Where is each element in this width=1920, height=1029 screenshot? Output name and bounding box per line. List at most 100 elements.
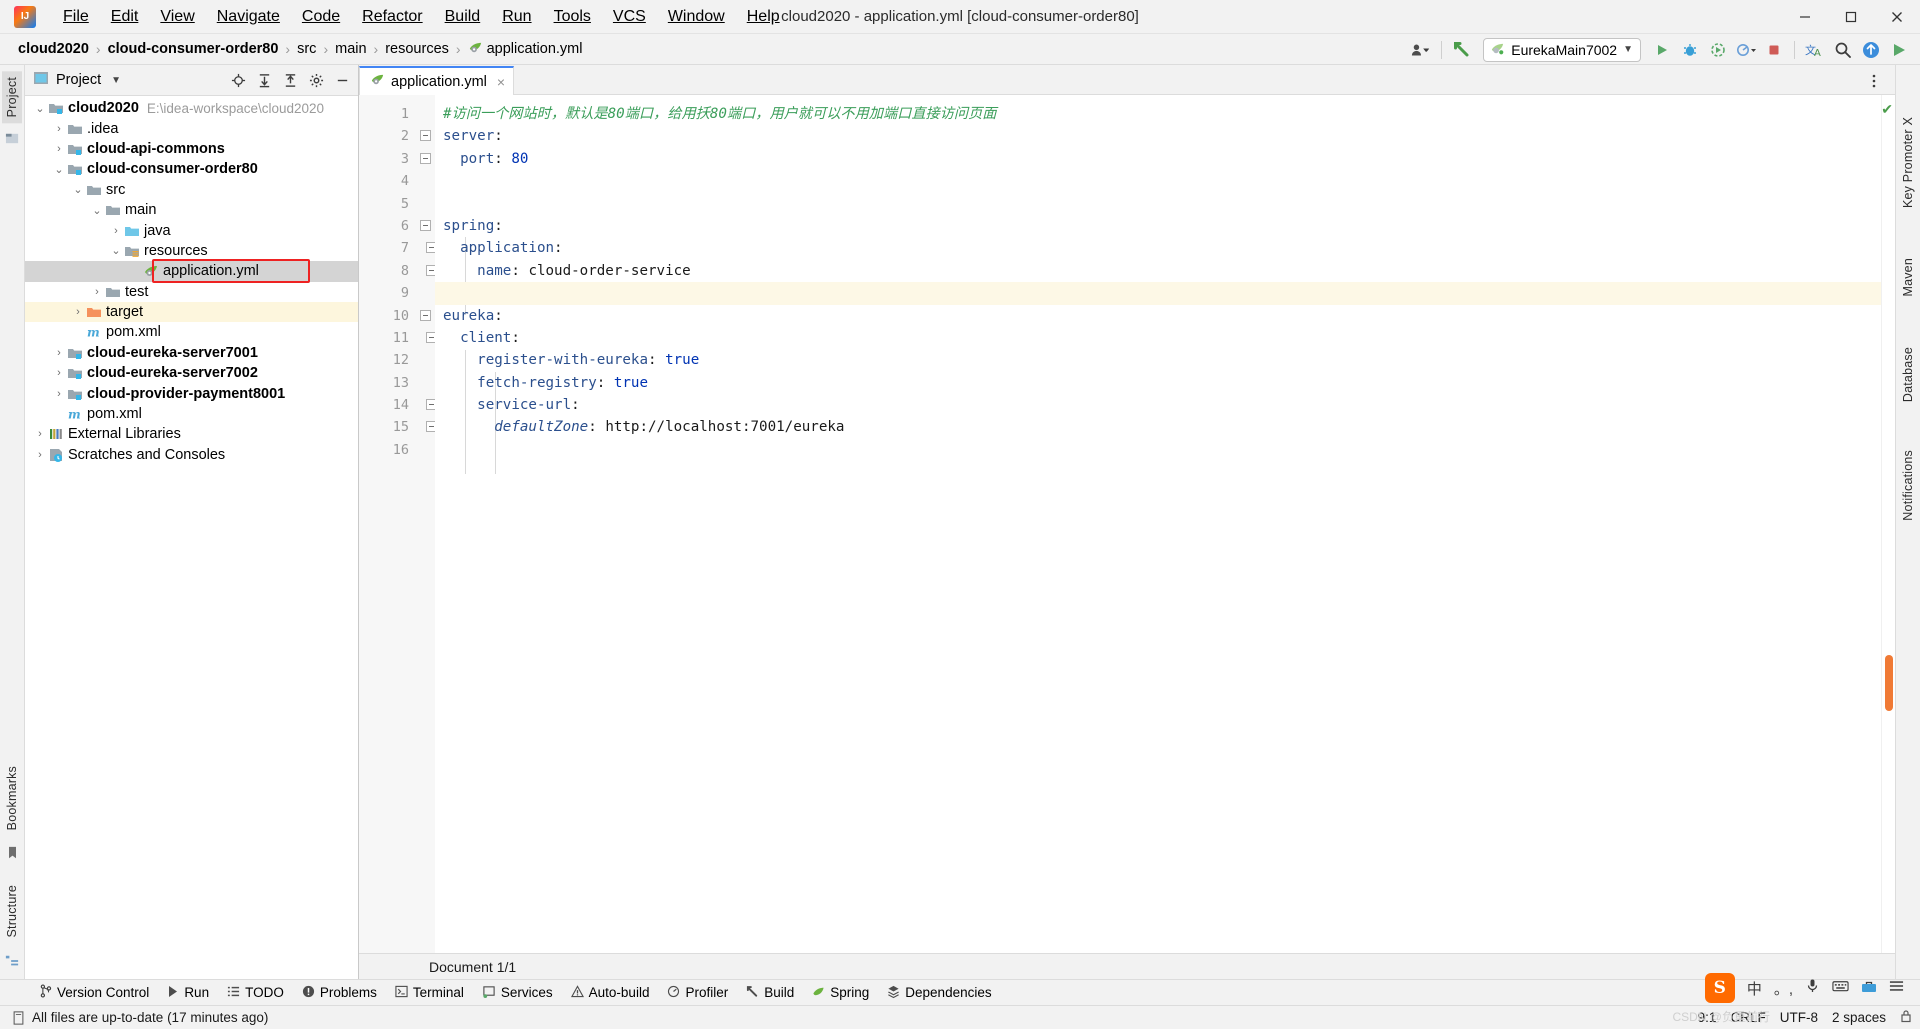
code-line-15[interactable]: defaultZone: http://localhost:7001/eurek… xyxy=(435,416,1881,438)
menu-item-build[interactable]: Build xyxy=(434,4,492,30)
indent-setting[interactable]: 2 spaces xyxy=(1832,1010,1886,1025)
chevron-right-icon[interactable]: › xyxy=(109,225,123,237)
code-text-area[interactable]: #访问一个网站时，默认是80端口，给用扷80端口，用户就可以不用加端口直接访问页… xyxy=(435,95,1881,953)
fold-collapse-icon[interactable] xyxy=(420,219,431,231)
tree-node-pom-xml-root[interactable]: m pom.xml xyxy=(25,404,358,424)
chevron-down-icon[interactable]: ▼ xyxy=(111,75,121,86)
settings-gear-icon[interactable] xyxy=(304,68,328,92)
code-line-13[interactable]: fetch-registry: true xyxy=(435,372,1881,394)
chevron-down-icon[interactable]: ⌄ xyxy=(52,163,66,176)
editor-scrollbar-thumb[interactable] xyxy=(1885,655,1893,711)
chevron-down-icon[interactable]: ⌄ xyxy=(90,204,104,217)
project-tree[interactable]: ⌄ cloud2020 E:\idea-workspace\cloud2020 … xyxy=(25,96,358,979)
code-line-4[interactable] xyxy=(435,170,1881,192)
close-button[interactable] xyxy=(1874,0,1920,34)
tool-window-services[interactable]: Services xyxy=(473,982,562,1004)
bookmark-icon[interactable] xyxy=(6,846,19,865)
build-project-button[interactable] xyxy=(1449,37,1475,63)
chevron-right-icon[interactable]: › xyxy=(33,449,47,461)
chevron-right-icon[interactable]: › xyxy=(52,347,66,359)
menu-item-view[interactable]: View xyxy=(149,4,205,30)
breadcrumb-item-cloud-consumer-order80[interactable]: cloud-consumer-order80 xyxy=(104,39,283,59)
file-encoding[interactable]: UTF-8 xyxy=(1780,1010,1818,1025)
tool-window-build[interactable]: Build xyxy=(737,982,803,1004)
code-line-3[interactable]: port: 80 xyxy=(435,148,1881,170)
tool-window-tab-maven[interactable]: Maven xyxy=(1898,252,1918,303)
code-folding-gutter[interactable] xyxy=(417,95,437,953)
tool-window-tab-notifications[interactable]: Notifications xyxy=(1898,444,1918,527)
tree-node-test[interactable]: › test xyxy=(25,282,358,302)
tool-window-problems[interactable]: Problems xyxy=(293,982,386,1004)
tree-node-scratches-and-consoles[interactable]: › Scratches and Consoles xyxy=(25,445,358,465)
ide-run-button[interactable] xyxy=(1886,37,1912,63)
tree-node-resources[interactable]: ⌄ resources xyxy=(25,241,358,261)
user-dropdown-icon[interactable] xyxy=(1408,37,1434,63)
menu-item-code[interactable]: Code xyxy=(291,4,351,30)
menu-item-tools[interactable]: Tools xyxy=(543,4,602,30)
more-vertical-icon[interactable] xyxy=(1861,68,1887,94)
chevron-right-icon[interactable]: › xyxy=(52,367,66,379)
fold-slot[interactable] xyxy=(417,237,437,259)
tree-node-external-libraries[interactable]: › External Libraries xyxy=(25,424,358,444)
sogou-ime-logo-icon[interactable]: S xyxy=(1704,973,1735,1003)
expand-all-icon[interactable] xyxy=(252,68,276,92)
tree-node-cloud-api-commons[interactable]: › cloud-api-commons xyxy=(25,139,358,159)
toolbox-icon[interactable] xyxy=(1861,979,1877,998)
project-panel-title[interactable]: Project ▼ xyxy=(33,70,121,90)
ime-menu-icon[interactable] xyxy=(1889,979,1904,997)
chevron-right-icon[interactable]: › xyxy=(90,286,104,298)
tree-node-cloud-provider-payment8001[interactable]: › cloud-provider-payment8001 xyxy=(25,383,358,403)
tool-window-todo[interactable]: TODO xyxy=(218,982,293,1004)
code-line-2[interactable]: server: xyxy=(435,125,1881,147)
debug-button[interactable] xyxy=(1677,37,1703,63)
run-button[interactable] xyxy=(1649,37,1675,63)
code-line-9[interactable] xyxy=(435,282,1881,305)
run-configuration-selector[interactable]: EurekaMain7002 ▼ xyxy=(1483,37,1641,62)
chevron-right-icon[interactable]: › xyxy=(71,306,85,318)
project-files-icon[interactable] xyxy=(5,131,20,151)
chevron-right-icon[interactable]: › xyxy=(52,123,66,135)
menu-item-run[interactable]: Run xyxy=(491,4,542,30)
menu-item-window[interactable]: Window xyxy=(657,4,736,30)
tool-window-spring[interactable]: Spring xyxy=(803,982,878,1004)
chevron-right-icon[interactable]: › xyxy=(33,428,47,440)
tool-window-profiler[interactable]: Profiler xyxy=(658,982,737,1004)
code-line-6[interactable]: spring: xyxy=(435,215,1881,237)
structure-icon[interactable] xyxy=(5,954,19,973)
maximize-button[interactable] xyxy=(1828,0,1874,34)
code-line-11[interactable]: client: xyxy=(435,327,1881,349)
run-with-coverage-button[interactable] xyxy=(1705,37,1731,63)
code-line-12[interactable]: register-with-eureka: true xyxy=(435,349,1881,371)
tree-node-application-yml[interactable]: application.yml xyxy=(25,259,358,284)
profiler-dropdown[interactable] xyxy=(1733,37,1759,63)
code-line-8[interactable]: name: cloud-order-service xyxy=(435,260,1881,282)
translate-button[interactable]: 文A xyxy=(1802,37,1828,63)
fold-collapse-icon[interactable] xyxy=(420,130,431,142)
tool-window-version-control[interactable]: Version Control xyxy=(30,981,158,1004)
close-icon[interactable]: × xyxy=(497,74,505,90)
tool-window-dependencies[interactable]: Dependencies xyxy=(878,982,1000,1004)
menu-item-navigate[interactable]: Navigate xyxy=(206,4,291,30)
fold-end-icon[interactable] xyxy=(420,152,431,164)
chevron-down-icon[interactable]: ⌄ xyxy=(33,102,47,115)
fold-slot[interactable] xyxy=(417,327,437,349)
fold-slot[interactable] xyxy=(417,394,437,416)
menu-item-file[interactable]: File xyxy=(52,4,100,30)
chevron-down-icon[interactable]: ⌄ xyxy=(109,244,123,257)
breadcrumb-item-resources[interactable]: resources xyxy=(381,39,453,59)
fold-slot[interactable] xyxy=(417,416,437,438)
tree-node-cloud-eureka-server7002[interactable]: › cloud-eureka-server7002 xyxy=(25,363,358,383)
code-line-14[interactable]: service-url: xyxy=(435,394,1881,416)
collapse-all-icon[interactable] xyxy=(278,68,302,92)
fold-slot[interactable] xyxy=(417,215,435,237)
editor-marker-strip[interactable]: ✔ xyxy=(1881,95,1895,953)
breadcrumb-item-cloud2020[interactable]: cloud2020 xyxy=(14,39,93,59)
code-line-7[interactable]: application: xyxy=(435,237,1881,259)
tree-node-java[interactable]: › java xyxy=(25,220,358,240)
fold-slot[interactable] xyxy=(417,148,435,170)
tool-window-tab-structure[interactable]: Structure xyxy=(2,879,22,944)
tool-window-terminal[interactable]: Terminal xyxy=(386,982,473,1004)
lock-icon[interactable] xyxy=(1900,1009,1912,1026)
fold-slot[interactable] xyxy=(417,125,435,147)
fold-collapse-icon[interactable] xyxy=(420,309,431,321)
